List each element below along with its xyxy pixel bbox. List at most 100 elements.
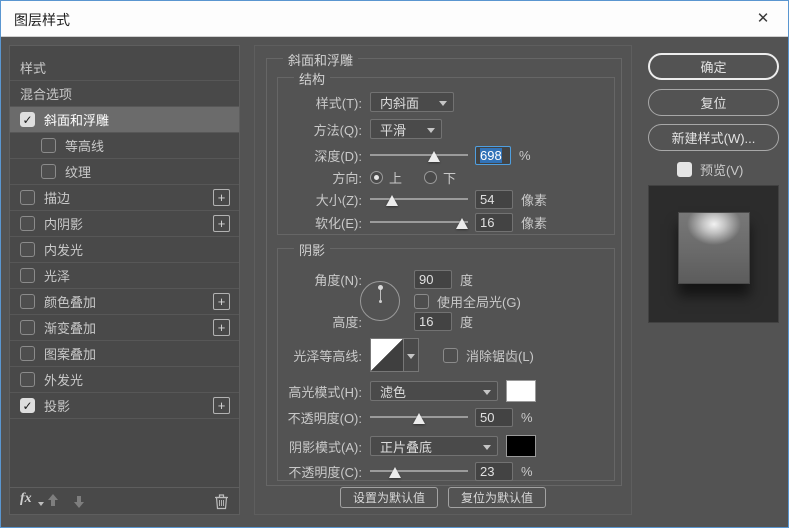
anti-alias-checkbox[interactable]: [443, 347, 458, 363]
fx-menu-button[interactable]: fx: [20, 491, 32, 507]
sidebar-item[interactable]: 样式: [10, 55, 239, 81]
sidebar-item-label: 渐变叠加: [44, 321, 97, 336]
slider-thumb[interactable]: [413, 413, 425, 424]
shadow-opacity-slider[interactable]: [370, 463, 468, 479]
preview-checkbox[interactable]: [677, 162, 692, 177]
add-effect-button[interactable]: +: [213, 293, 230, 310]
style-preview: [648, 185, 779, 323]
sidebar-item[interactable]: 描边 +: [10, 185, 239, 211]
size-input[interactable]: 54: [475, 189, 513, 209]
add-effect-button[interactable]: +: [213, 397, 230, 414]
soften-slider[interactable]: [370, 214, 469, 230]
close-icon[interactable]: ✕: [752, 9, 774, 29]
effect-checkbox[interactable]: [20, 190, 35, 205]
sidebar-item[interactable]: 颜色叠加 +: [10, 289, 239, 315]
sidebar-item-label: 内阴影: [44, 217, 84, 232]
direction-up-radio[interactable]: [370, 170, 383, 184]
highlight-opacity-slider[interactable]: [370, 409, 468, 425]
depth-slider[interactable]: [370, 147, 468, 163]
bevel-style-select[interactable]: 内斜面: [370, 92, 454, 112]
altitude-label: 高度:: [332, 314, 362, 330]
technique-label: 方法(Q):: [313, 122, 362, 138]
sidebar-item[interactable]: 混合选项: [10, 81, 239, 107]
size-slider[interactable]: [370, 191, 468, 207]
sidebar-item-label: 颜色叠加: [44, 295, 97, 310]
effect-checkbox[interactable]: [20, 268, 35, 283]
depth-input[interactable]: 698: [475, 145, 511, 165]
size-value: 54: [480, 191, 495, 207]
effect-checkbox[interactable]: [20, 242, 35, 257]
effect-checkbox[interactable]: [20, 294, 35, 309]
highlight-opacity-value: 50: [480, 409, 495, 425]
effect-checkbox[interactable]: ✓: [20, 398, 35, 413]
sidebar-item[interactable]: 内阴影 +: [10, 211, 239, 237]
delete-effect-icon[interactable]: [214, 493, 229, 515]
slider-thumb[interactable]: [385, 195, 398, 206]
highlight-opacity-unit: %: [521, 409, 533, 425]
sidebar-item[interactable]: 图案叠加: [10, 341, 239, 367]
shadow-color-swatch[interactable]: [506, 435, 536, 457]
depth-value: 698: [480, 147, 502, 163]
section-title: 斜面和浮雕: [283, 50, 359, 69]
title-bar: 图层样式 ✕: [1, 1, 788, 37]
effect-checkbox[interactable]: [20, 346, 35, 361]
move-up-icon[interactable]: [46, 494, 60, 508]
shadow-opacity-value: 23: [480, 463, 495, 479]
sidebar-item[interactable]: 等高线: [10, 133, 239, 159]
gloss-contour-picker[interactable]: [404, 338, 419, 372]
soften-unit: 像素: [521, 215, 548, 231]
sidebar-item[interactable]: 外发光: [10, 367, 239, 393]
preview-thumbnail: [678, 212, 750, 284]
use-global-light-label: 使用全局光(G): [437, 294, 521, 310]
new-style-button[interactable]: 新建样式(W)...: [648, 124, 779, 151]
shadow-mode-select[interactable]: 正片叠底: [370, 436, 498, 456]
effect-checkbox[interactable]: ✓: [20, 112, 35, 127]
altitude-input[interactable]: 16: [414, 311, 452, 331]
sidebar-item-label: 内发光: [44, 243, 84, 258]
sidebar-item[interactable]: 内发光: [10, 237, 239, 263]
effect-checkbox[interactable]: [20, 216, 35, 231]
reset-button[interactable]: 复位: [648, 89, 779, 116]
add-effect-button[interactable]: +: [213, 319, 230, 336]
move-down-icon[interactable]: [72, 494, 86, 508]
technique-select[interactable]: 平滑: [370, 119, 442, 139]
angle-input[interactable]: 90: [414, 269, 452, 289]
add-effect-button[interactable]: +: [213, 189, 230, 206]
sidebar-item[interactable]: ✓ 投影 +: [10, 393, 239, 419]
sidebar-item[interactable]: 光泽: [10, 263, 239, 289]
use-global-light-checkbox[interactable]: [414, 293, 429, 309]
direction-down-radio[interactable]: [424, 170, 438, 184]
sidebar-item[interactable]: ✓ 斜面和浮雕: [10, 107, 239, 133]
sidebar-item[interactable]: 渐变叠加 +: [10, 315, 239, 341]
ok-button[interactable]: 确定: [648, 53, 779, 80]
chevron-down-icon: [483, 445, 491, 450]
add-effect-button[interactable]: +: [213, 215, 230, 232]
reset-defaults-button[interactable]: 复位为默认值: [448, 487, 547, 508]
effect-checkbox[interactable]: [41, 164, 56, 179]
soften-input[interactable]: 16: [475, 212, 513, 232]
fx-caret-icon: [38, 502, 44, 506]
shadow-opacity-input[interactable]: 23: [475, 461, 513, 481]
altitude-unit: 度: [460, 314, 474, 330]
dial-center-dot: [379, 300, 382, 303]
set-defaults-button[interactable]: 设置为默认值: [339, 487, 438, 508]
direction-up-label: 上: [389, 170, 403, 186]
sidebar-item[interactable]: 纹理: [10, 159, 239, 185]
highlight-opacity-input[interactable]: 50: [475, 407, 513, 427]
effect-checkbox[interactable]: [41, 138, 56, 153]
preview-toggle-row: 预览(V): [677, 160, 743, 179]
effect-checkbox[interactable]: [20, 372, 35, 387]
depth-label: 深度(D):: [314, 148, 362, 164]
gloss-contour-thumbnail[interactable]: [370, 338, 404, 372]
highlight-opacity-label: 不透明度(O):: [287, 410, 362, 426]
slider-thumb[interactable]: [389, 467, 402, 478]
shading-group: 阴影 角度(N): 90 度 使用全局光(G) 高度: 16 度 光泽等高线: …: [277, 240, 615, 481]
effect-checkbox[interactable]: [20, 320, 35, 335]
highlight-color-swatch[interactable]: [506, 380, 536, 402]
sidebar-item-label: 斜面和浮雕: [44, 113, 110, 128]
slider-thumb[interactable]: [427, 151, 440, 162]
slider-thumb[interactable]: [456, 218, 469, 229]
highlight-mode-select[interactable]: 滤色: [370, 381, 498, 401]
angle-value: 90: [419, 271, 434, 287]
sidebar-item-label: 纹理: [65, 165, 92, 180]
